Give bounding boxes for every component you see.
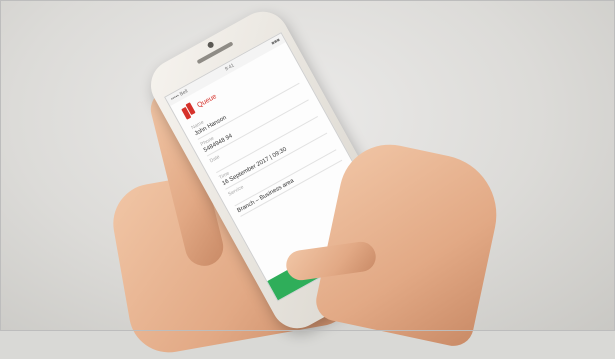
- image-frame: [0, 0, 615, 331]
